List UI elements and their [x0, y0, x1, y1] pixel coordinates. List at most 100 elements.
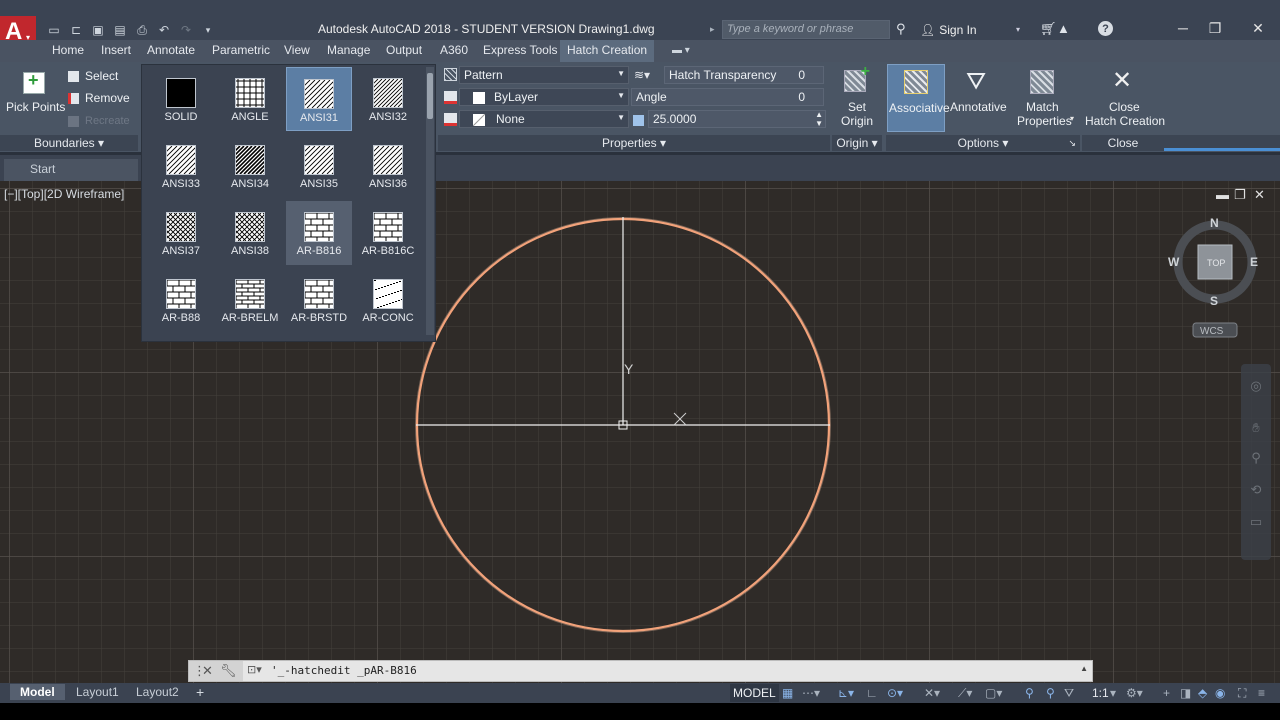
a360-icon[interactable]: ▲ — [1057, 21, 1070, 36]
gallery-scroll-thumb[interactable] — [427, 73, 433, 119]
print-icon[interactable]: ⎙ — [134, 23, 150, 37]
background-color-dropdown[interactable]: None ▼ — [459, 110, 629, 128]
start-tab[interactable]: Start — [4, 159, 138, 181]
set-origin-button[interactable]: + Set Origin — [832, 63, 880, 132]
pattern-solid[interactable]: SOLID — [148, 67, 214, 131]
isolate-objects-icon[interactable]: ◨ — [1180, 686, 1191, 700]
tab-options-icon[interactable]: ▬ ▾ — [672, 45, 690, 56]
chevron-down-icon[interactable]: ▾ — [1016, 25, 1020, 34]
close-icon[interactable]: ✕ — [202, 663, 213, 679]
command-line[interactable]: ⋮ ✕ 🔧︎ ⊡▾ '_-hatchedit _pAR-B816 ▲ — [188, 660, 1093, 682]
viewcube[interactable]: TOP N S E W WCS — [1168, 216, 1258, 338]
tab-parametric[interactable]: Parametric — [212, 43, 270, 57]
compass-east[interactable]: E — [1250, 255, 1258, 269]
hatch-transparency-field[interactable]: Hatch Transparency 0 — [664, 66, 824, 84]
pattern-ar-conc[interactable]: AR-CONC — [355, 268, 421, 332]
pick-points-button[interactable]: + Pick Points — [4, 68, 65, 118]
object-snap-icon[interactable]: ▢▾ — [985, 686, 1002, 700]
pattern-ansi35[interactable]: ANSI35 — [286, 134, 352, 198]
new-icon[interactable]: ▭ — [46, 23, 62, 37]
pattern-ar-brelm[interactable]: AR-BRELM — [217, 268, 283, 332]
help-icon[interactable]: ? — [1098, 21, 1113, 36]
tab-layout1[interactable]: Layout1 — [76, 685, 119, 699]
showmotion-icon[interactable]: ▭ — [1247, 514, 1265, 532]
save-as-icon[interactable]: ▤ — [112, 23, 128, 37]
annotation-scale-value[interactable]: 1:1 — [1092, 686, 1109, 700]
clean-screen-icon[interactable]: ◉ — [1215, 686, 1225, 700]
tab-manage[interactable]: Manage — [327, 43, 370, 57]
pattern-ansi37[interactable]: ANSI37 — [148, 201, 214, 265]
origin-panel-title[interactable]: Origin ▾ — [832, 135, 882, 151]
chevron-down-icon[interactable]: ▾ — [1110, 686, 1116, 700]
properties-panel-title[interactable]: Properties ▾ — [438, 135, 830, 151]
zoom-extents-icon[interactable]: ⚲ — [1247, 450, 1265, 468]
customize-icon[interactable]: ≡ — [1258, 686, 1265, 700]
command-prompt-icon[interactable]: ⊡▾ — [247, 663, 262, 676]
annotation-visibility-icon[interactable]: ⚲ — [1025, 686, 1034, 700]
hatch-color-dropdown[interactable]: ByLayer ▼ — [459, 88, 629, 106]
compass-north[interactable]: N — [1210, 216, 1219, 230]
workspace-gear-icon[interactable]: ⚙▾ — [1126, 686, 1143, 700]
tab-model[interactable]: Model — [10, 684, 65, 700]
boundaries-panel-title[interactable]: Boundaries ▾ — [0, 135, 138, 151]
command-history-icon[interactable]: ▲ — [1080, 664, 1088, 673]
tab-hatch-creation[interactable]: Hatch Creation — [560, 40, 655, 62]
polar-tracking-icon[interactable]: ⊙▾ — [887, 686, 903, 700]
minimize-button[interactable]: ─ — [1168, 20, 1198, 36]
compass-west[interactable]: W — [1168, 255, 1180, 269]
compass-south[interactable]: S — [1210, 294, 1218, 308]
hatch-scale-field[interactable]: 25.0000 ▲ ▼ — [648, 110, 826, 128]
pattern-ansi36[interactable]: ANSI36 — [355, 134, 421, 198]
options-panel-title[interactable]: Options ▾ ↘ — [886, 135, 1080, 151]
sign-in-button[interactable]: 👤︎ Sign In — [920, 23, 977, 37]
customize-wrench-icon[interactable]: 🔧︎ — [220, 663, 237, 679]
search-expand-icon[interactable]: ▸ — [710, 24, 715, 35]
pattern-ar-b88[interactable]: AR-B88 — [148, 268, 214, 332]
pattern-ansi38[interactable]: ANSI38 — [217, 201, 283, 265]
pattern-ansi34[interactable]: ANSI34 — [217, 134, 283, 198]
tab-home[interactable]: Home — [52, 43, 84, 57]
add-layout-icon[interactable]: + — [196, 684, 204, 700]
save-icon[interactable]: ▣ — [90, 23, 106, 37]
close-window-button[interactable]: ✕ — [1243, 20, 1273, 37]
open-icon[interactable]: ⊏ — [68, 23, 84, 37]
model-space-toggle[interactable]: MODEL — [730, 684, 779, 702]
pattern-ansi31[interactable]: ANSI31 — [286, 67, 352, 131]
search-input[interactable]: Type a keyword or phrase — [722, 20, 890, 39]
tab-layout2[interactable]: Layout2 — [136, 685, 179, 699]
isodraft-icon[interactable]: ✕▾ — [924, 686, 940, 700]
close-hatch-creation-button[interactable]: ✕ Close Hatch Creation — [1082, 66, 1165, 132]
pattern-ar-b816[interactable]: AR-B816 — [286, 201, 352, 265]
tab-express-tools[interactable]: Express Tools — [483, 43, 557, 57]
binoculars-icon[interactable]: ⚲ — [896, 21, 906, 37]
steering-wheel-icon[interactable]: ◎ — [1247, 378, 1265, 396]
qat-menu-icon[interactable]: ▾ — [200, 23, 216, 37]
object-snap-tracking-icon[interactable]: ⟋▾ — [958, 686, 972, 701]
pattern-ar-brstd[interactable]: AR-BRSTD — [286, 268, 352, 332]
tab-view[interactable]: View — [284, 43, 310, 57]
pattern-ansi33[interactable]: ANSI33 — [148, 134, 214, 198]
grid-icon[interactable]: ▦ — [782, 686, 793, 700]
fullscreen-icon[interactable]: ⛶ — [1238, 686, 1246, 701]
pattern-angle[interactable]: ANGLE — [217, 67, 283, 131]
select-button[interactable]: Select — [68, 68, 118, 84]
pattern-ansi32[interactable]: ANSI32 — [355, 67, 421, 131]
auto-scale-icon[interactable]: ⚲ — [1046, 686, 1055, 700]
remove-button[interactable]: Remove — [68, 90, 130, 106]
pan-icon[interactable]: ✋︎ — [1247, 420, 1265, 438]
redo-icon[interactable]: ↷ — [178, 23, 194, 37]
pattern-ar-b816c[interactable]: AR-B816C — [355, 201, 421, 265]
match-properties-button[interactable]: Match Properties ▾ — [1012, 66, 1076, 132]
associative-button[interactable]: Associative — [887, 64, 950, 132]
annotative-button[interactable]: ⛛ Annotative — [948, 66, 1008, 132]
restore-button[interactable]: ❐ — [1200, 20, 1230, 37]
tab-annotate[interactable]: Annotate — [147, 43, 195, 57]
undo-icon[interactable]: ↶ — [156, 23, 172, 37]
infer-constraints-icon[interactable]: ⊾▾ — [838, 686, 854, 700]
hardware-acceleration-icon[interactable]: ⬘ — [1198, 686, 1207, 700]
orbit-icon[interactable]: ⟲ — [1247, 482, 1265, 500]
add-icon[interactable]: + — [1163, 686, 1170, 700]
cart-icon[interactable]: 🛒︎ — [1040, 21, 1057, 37]
tab-a360[interactable]: A360 — [440, 43, 468, 57]
angle-field[interactable]: Angle 0 — [631, 88, 824, 106]
